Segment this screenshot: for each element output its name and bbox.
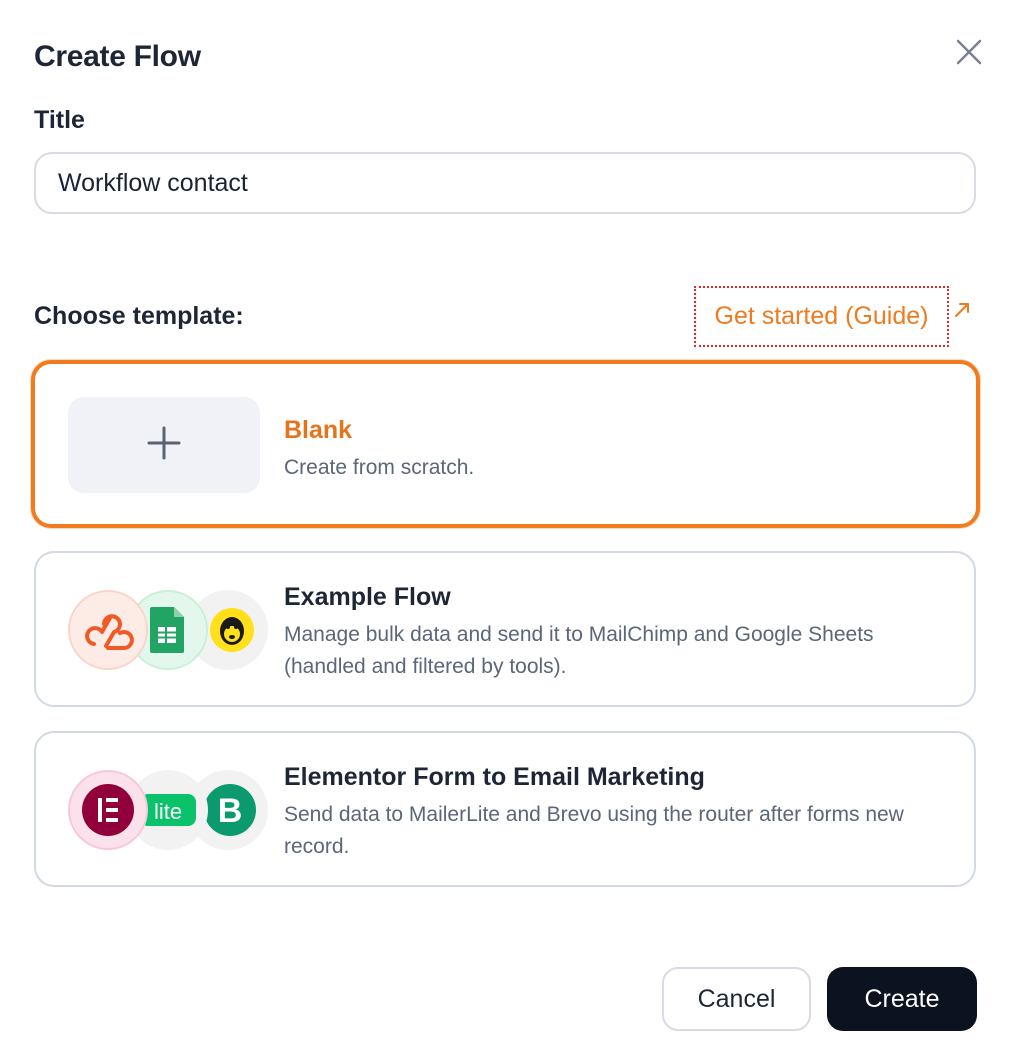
blank-thumbnail (68, 397, 260, 493)
title-label: Title (34, 106, 85, 134)
dialog-title: Create Flow (34, 40, 201, 73)
template-name: Blank (284, 416, 353, 444)
external-link-arrow-icon[interactable] (952, 300, 972, 320)
cancel-button[interactable]: Cancel (662, 967, 811, 1031)
template-card-blank[interactable]: Blank Create from scratch. (31, 360, 980, 528)
title-input[interactable] (34, 152, 976, 214)
template-description: Create from scratch. (284, 456, 475, 479)
brevo-letter: B (218, 792, 243, 830)
elementor-icon (68, 770, 148, 850)
template-description: Manage bulk data and send it to MailChim… (284, 623, 874, 678)
plus-icon (146, 425, 182, 466)
get-started-guide-link[interactable]: Get started (Guide) (694, 286, 949, 347)
template-card-example-flow[interactable]: Example Flow Manage bulk data and send i… (34, 551, 976, 707)
guide-link-label: Get started (Guide) (714, 302, 929, 330)
template-description: Send data to MailerLite and Brevo using … (284, 803, 904, 858)
close-icon[interactable] (952, 35, 986, 69)
create-flow-dialog: Create Flow Title Choose template: Get s… (0, 0, 1012, 1062)
template-name: Example Flow (284, 583, 451, 611)
choose-template-label: Choose template: (34, 302, 244, 330)
create-button[interactable]: Create (827, 967, 977, 1031)
mailerlite-text: lite (154, 799, 182, 824)
webhook-icon (68, 590, 148, 670)
template-card-elementor-email[interactable]: B lite Elementor Form to Email Marketing… (34, 731, 976, 887)
template-name: Elementor Form to Email Marketing (284, 763, 705, 791)
